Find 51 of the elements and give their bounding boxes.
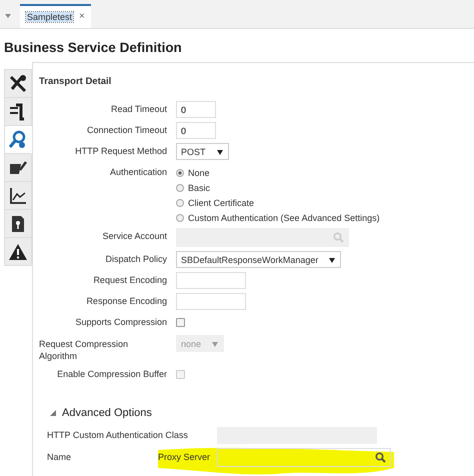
radio-button[interactable]	[176, 199, 184, 207]
search-icon	[8, 130, 28, 150]
checkbox[interactable]	[176, 318, 185, 327]
search-field[interactable]	[217, 448, 391, 467]
field-label: HTTP Request Method	[74, 145, 167, 158]
side-tab[interactable]	[4, 98, 32, 126]
caret-icon	[211, 340, 220, 348]
input-field[interactable]: 0	[176, 122, 216, 139]
section-title[interactable]: Advanced Options	[62, 407, 152, 419]
dropdown[interactable]: POST	[176, 143, 229, 160]
chart-icon	[8, 186, 28, 206]
field-label: Enable Compression Buffer	[56, 368, 167, 381]
field-label: Request Compression Algorithm	[39, 338, 130, 362]
field-label: Connection Timeout	[86, 124, 167, 137]
radio-button[interactable]	[176, 184, 184, 192]
field-label: Authentication	[108, 166, 167, 179]
field-label: Response Encoding	[85, 295, 167, 308]
search-icon	[375, 452, 386, 463]
section-title: Transport Detail	[39, 75, 112, 89]
editor-tab[interactable]: Sampletest ×	[20, 4, 91, 28]
side-tab[interactable]	[4, 238, 32, 266]
caret-icon	[216, 148, 224, 156]
field-label: Dispatch Policy	[104, 253, 167, 266]
input-field[interactable]	[176, 272, 246, 289]
dropdown[interactable]: SBDefaultResponseWorkManager	[176, 251, 342, 268]
field-label: HTTP Custom Authentication Class	[47, 429, 188, 442]
radio-label: Basic	[188, 183, 210, 193]
dropdown-icon	[4, 12, 12, 20]
page-title: Business Service Definition	[3, 39, 183, 57]
field-label: Request Encoding	[92, 274, 167, 287]
input-field[interactable]	[176, 293, 246, 310]
radio-label: Custom Authentication (See Advanced Settings)	[188, 213, 380, 223]
field-label: Proxy Server	[158, 452, 210, 462]
side-tab[interactable]	[4, 69, 32, 98]
radio-label: Client Certificate	[188, 198, 254, 208]
tools-icon	[8, 74, 28, 94]
side-tab[interactable]	[4, 182, 32, 210]
radio-button[interactable]	[176, 169, 184, 177]
close-button[interactable]: ×	[79, 11, 85, 22]
radio-label: None	[188, 168, 210, 178]
field-label: Name	[47, 451, 72, 464]
search-icon	[333, 232, 344, 243]
side-tab[interactable]	[4, 210, 32, 238]
field-label: Read Timeout	[110, 103, 167, 116]
caret-icon	[328, 256, 336, 264]
warning-icon	[8, 242, 28, 262]
input-field[interactable]: 0	[176, 101, 216, 118]
radio-button[interactable]	[176, 214, 184, 222]
side-tab[interactable]	[4, 154, 32, 182]
field-label: Supports Compression	[74, 316, 167, 329]
field-label: Service Account	[101, 230, 167, 243]
